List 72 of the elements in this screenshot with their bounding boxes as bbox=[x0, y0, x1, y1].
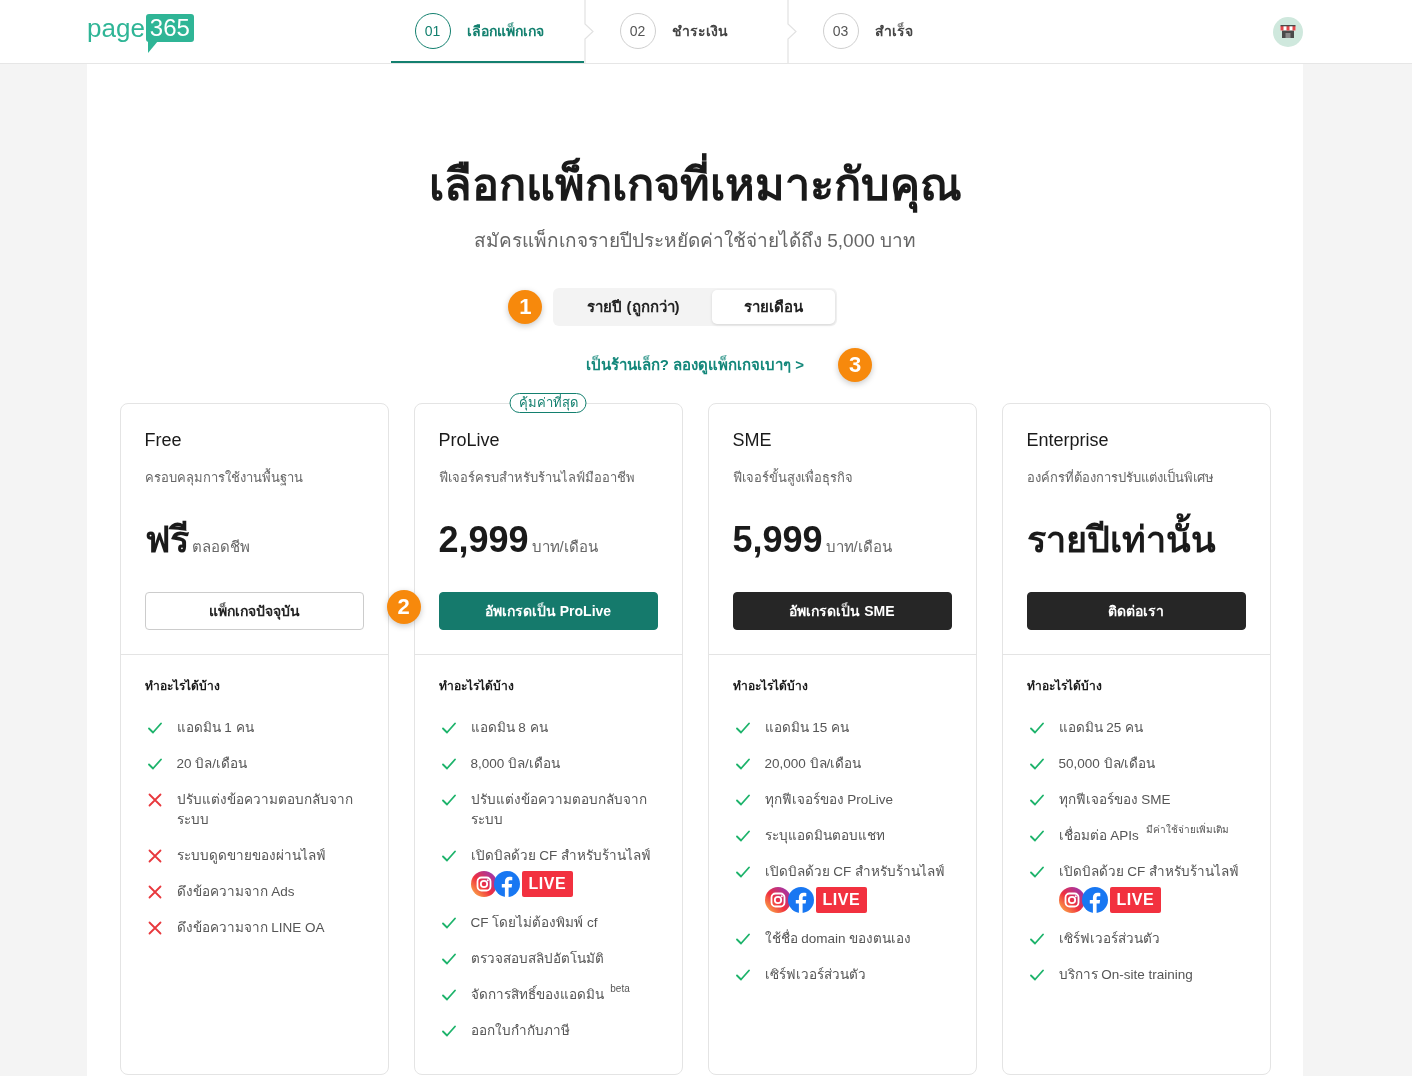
annotation-marker: 3 bbox=[838, 348, 873, 382]
plan-name: Free bbox=[144, 429, 183, 452]
feature-text: ระบุแอดมินตอบแชท bbox=[764, 827, 886, 846]
store-icon[interactable] bbox=[1273, 16, 1303, 47]
feature-text: เซิร์ฟเวอร์ส่วนตัว bbox=[764, 966, 867, 984]
feature-text: 8,000 บิล/เดือน bbox=[470, 755, 561, 773]
features-heading: ทำอะไรได้บ้าง bbox=[438, 678, 515, 695]
feature-text: เปิดบิลด้วย CF สำหรับร้านไลฟ์ bbox=[764, 863, 946, 881]
facebook-icon bbox=[1081, 887, 1108, 913]
feature-text: แอดมิน 15 คน bbox=[764, 719, 851, 737]
step-label: เลือกแพ็กเกจ bbox=[466, 21, 544, 41]
plan-price: 2,999 bbox=[438, 518, 529, 562]
feature-text: ปรับแต่งข้อความตอบกลับจากระบบ bbox=[176, 791, 354, 829]
features-heading: ทำอะไรได้บ้าง bbox=[1026, 678, 1103, 695]
best-value-badge: คุ้มค่าที่สุด bbox=[509, 393, 587, 413]
feature-text: แอดมิน 25 คน bbox=[1058, 719, 1145, 737]
price-unit: บาท/เดือน bbox=[825, 537, 892, 557]
plan-button[interactable]: แพ็กเกจปัจจุบัน bbox=[144, 592, 364, 630]
plan-button[interactable]: ติดต่อเรา bbox=[1026, 592, 1246, 630]
small-shop-link[interactable]: เป็นร้านเล็ก? ลองดูแพ็กเกจเบาๆ > bbox=[585, 355, 805, 375]
price-unit: ตลอดชีพ bbox=[191, 537, 250, 557]
facebook-icon bbox=[493, 871, 520, 897]
plan-description: ฟีเจอร์ขั้นสูงเพื่อธุรกิจ bbox=[732, 469, 854, 487]
billing-option[interactable]: รายปี (ถูกกว่า) bbox=[555, 290, 712, 324]
feature-text: เปิดบิลด้วย CF สำหรับร้านไลฟ์ bbox=[1058, 863, 1240, 881]
plan-price: ฟรี bbox=[144, 518, 189, 562]
annotation-marker: 2 bbox=[386, 590, 421, 624]
feature-text: ทุกฟีเจอร์ของ ProLive bbox=[764, 791, 895, 810]
feature-text: จัดการสิทธิ์ของแอดมิน $^{beta}$ bbox=[470, 985, 631, 1004]
live-badge: LIVE bbox=[815, 887, 868, 913]
price-unit: บาท/เดือน bbox=[531, 537, 598, 557]
feature-text: แอดมิน 8 คน bbox=[470, 719, 549, 737]
feature-text: ทุกฟีเจอร์ของ SME bbox=[1058, 791, 1172, 810]
live-badge: LIVE bbox=[521, 871, 574, 897]
billing-option[interactable]: รายเดือน bbox=[711, 290, 835, 324]
feature-text: 50,000 บิล/เดือน bbox=[1058, 755, 1157, 773]
instagram-icon bbox=[1058, 887, 1085, 913]
plan-name: Enterprise bbox=[1026, 429, 1110, 452]
feature-text: ปรับแต่งข้อความตอบกลับจากระบบ bbox=[470, 791, 648, 829]
plan-button[interactable]: อัพเกรดเป็น ProLive bbox=[438, 592, 658, 630]
instagram-icon bbox=[764, 887, 791, 913]
plan-name: ProLive bbox=[438, 429, 501, 452]
feature-text: ตรวจสอบสลิปอัตโนมัติ bbox=[470, 950, 605, 968]
feature-text: บริการ On-site training bbox=[1058, 966, 1194, 984]
plan-price: 5,999 bbox=[732, 518, 823, 562]
plan-button[interactable]: อัพเกรดเป็น SME bbox=[732, 592, 952, 630]
feature-text: ระบบดูดขายของผ่านไลฟ์ bbox=[176, 847, 327, 866]
step-label: ชำระเงิน bbox=[671, 21, 728, 41]
feature-text: แอดมิน 1 คน bbox=[176, 719, 255, 737]
feature-text: เปิดบิลด้วย CF สำหรับร้านไลฟ์ bbox=[470, 847, 652, 865]
features-heading: ทำอะไรได้บ้าง bbox=[732, 678, 809, 695]
feature-text: CF โดยไม่ต้องพิมพ์ cf bbox=[470, 914, 599, 932]
plan-price: รายปีเท่านั้น bbox=[1026, 512, 1216, 568]
feature-text: ใช้ชื่อ domain ของตนเอง bbox=[764, 929, 913, 948]
feature-text: เซิร์ฟเวอร์ส่วนตัว bbox=[1058, 930, 1161, 948]
live-badge: LIVE bbox=[1109, 887, 1162, 913]
page-subtitle: สมัครแพ็กเกจรายปีประหยัดค่าใช้จ่ายได้ถึง 5,000 บาท bbox=[473, 228, 917, 253]
page-title: เลือกแพ็กเกจที่เหมาะกับคุณ bbox=[428, 155, 962, 215]
plan-description: ครอบคลุมการใช้งานพื้นฐาน bbox=[144, 469, 304, 487]
feature-text: 20 บิล/เดือน bbox=[176, 755, 249, 773]
step-label: สำเร็จ bbox=[874, 21, 913, 41]
features-heading: ทำอะไรได้บ้าง bbox=[144, 678, 221, 695]
instagram-icon bbox=[470, 871, 497, 897]
feature-text: ดึงข้อความจาก Ads bbox=[176, 883, 296, 901]
plan-description: องค์กรที่ต้องการปรับแต่งเป็นพิเศษ bbox=[1026, 469, 1215, 487]
plan-name: SME bbox=[732, 429, 773, 452]
facebook-icon bbox=[787, 887, 814, 913]
plan-description: ฟีเจอร์ครบสำหรับร้านไลฟ์มืออาชีพ bbox=[438, 469, 636, 487]
feature-text: ออกใบกำกับภาษี bbox=[470, 1022, 571, 1040]
annotation-marker: 1 bbox=[508, 290, 543, 324]
feature-text: 20,000 บิล/เดือน bbox=[764, 755, 863, 773]
feature-text: ดึงข้อความจาก LINE OA bbox=[176, 919, 326, 937]
